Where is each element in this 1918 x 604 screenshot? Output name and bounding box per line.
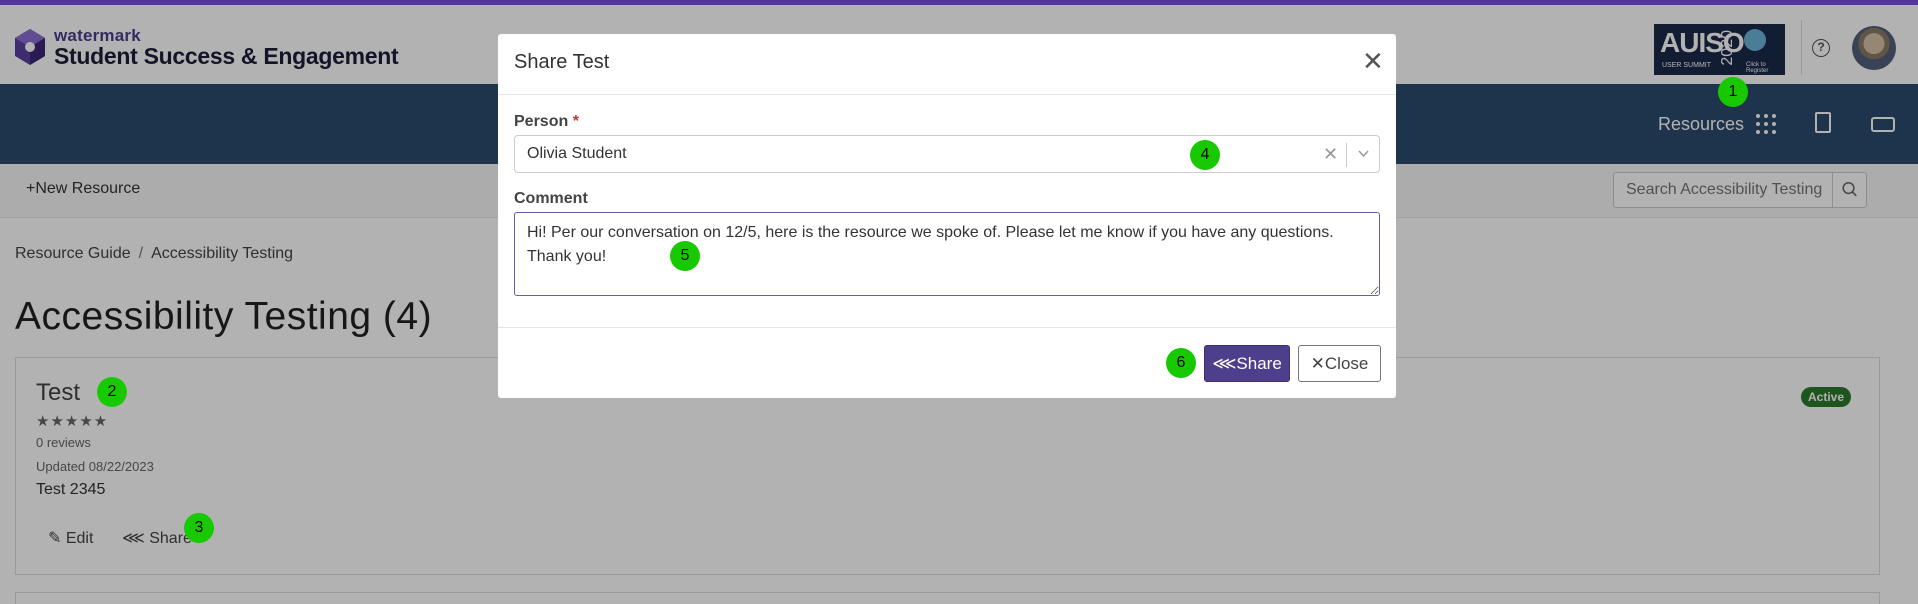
close-button-label: Close [1324,353,1369,373]
dialog-title: Share Test [514,51,610,73]
person-select[interactable]: Olivia Student ✕ [514,135,1380,173]
step-marker-6: 6 [1166,348,1196,378]
close-button[interactable]: ✕Close [1298,345,1381,382]
dialog-header: Share Test ✕ [498,34,1396,95]
chevron-down-icon[interactable] [1358,148,1369,159]
close-icon[interactable]: ✕ [1362,48,1384,74]
step-marker-5: 5 [670,241,700,271]
step-marker-1: 1 [1718,77,1748,107]
dialog-footer-divider [498,327,1396,328]
person-label: Person * [514,113,579,131]
clear-icon[interactable]: ✕ [1323,144,1338,165]
select-divider [1346,143,1347,167]
share-submit-button[interactable]: ⋘Share [1204,345,1290,382]
share-icon: ⋘ [1212,353,1237,373]
share-dialog: Share Test ✕ Person * Olivia Student ✕ C… [498,34,1396,398]
comment-textarea[interactable] [514,212,1380,296]
close-x-icon: ✕ [1310,353,1325,373]
step-marker-3: 3 [184,513,214,543]
person-select-value: Olivia Student [527,145,627,162]
step-marker-2: 2 [97,377,127,407]
step-marker-4: 4 [1190,140,1220,170]
required-mark: * [572,113,579,130]
share-submit-label: Share [1236,353,1282,373]
comment-label: Comment [514,190,588,207]
person-label-text: Person [514,113,569,130]
